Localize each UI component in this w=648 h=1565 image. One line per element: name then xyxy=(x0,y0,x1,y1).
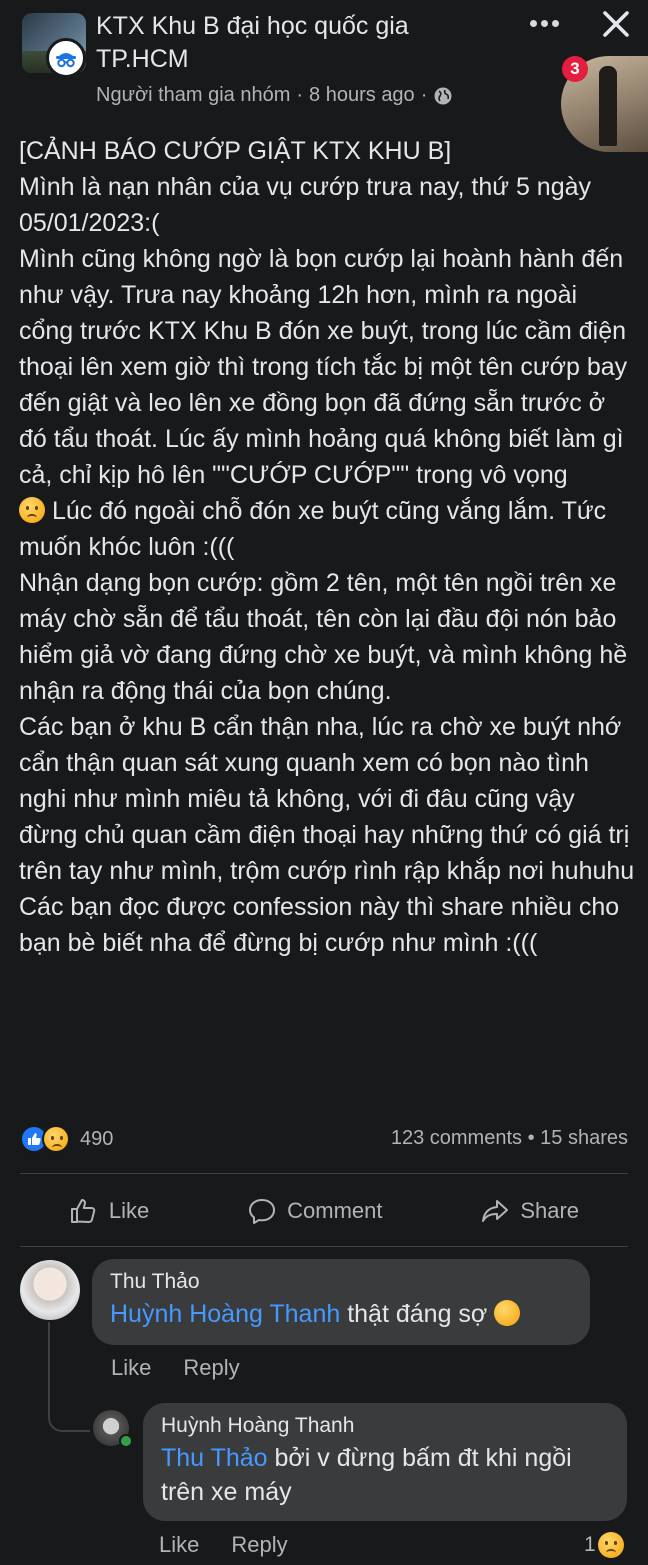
close-icon xyxy=(603,11,629,37)
comment-like-button[interactable]: Like xyxy=(159,1532,199,1558)
reaction-summary[interactable]: 490 xyxy=(20,1125,113,1153)
dot-icon xyxy=(540,19,548,27)
post-time[interactable]: 8 hours ago xyxy=(309,84,415,107)
reply-reaction-summary[interactable]: 1 xyxy=(584,1532,624,1558)
divider xyxy=(20,1173,628,1174)
stats-separator: • xyxy=(527,1127,535,1149)
comment-like-button[interactable]: Like xyxy=(111,1355,151,1381)
comment-text: Thu Thảo bởi v đừng bấm đt khi ngồi trên… xyxy=(161,1441,611,1509)
thumbs-up-icon xyxy=(70,1199,96,1223)
meta-separator-2: · xyxy=(420,84,428,106)
post-paragraph: Mình là nạn nhân của vụ cướp trưa nay, t… xyxy=(19,173,592,237)
like-label: Like xyxy=(108,1198,150,1223)
more-options-button[interactable] xyxy=(526,8,562,38)
post-stats[interactable]: 123 comments • 15 shares xyxy=(391,1127,628,1150)
comment-bubble[interactable]: Thu Thảo Huỳnh Hoàng Thanh thật đáng sợ xyxy=(92,1259,590,1345)
reply-bubble[interactable]: Huỳnh Hoàng Thanh Thu Thảo bởi v đừng bấ… xyxy=(143,1403,627,1521)
reply-actions: Like Reply xyxy=(159,1532,288,1558)
post-paragraph-text: Lúc đó ngoài chỗ đón xe buýt cũng vắng l… xyxy=(19,497,607,561)
anonymous-icon xyxy=(56,53,76,68)
comment-reply-button[interactable]: Reply xyxy=(183,1355,239,1381)
anonymous-member-avatar[interactable] xyxy=(46,38,86,78)
sad-reaction-icon xyxy=(597,1532,624,1558)
post-paragraph-text: Mình cũng không ngờ là bọn cướp lại hoàn… xyxy=(19,245,628,489)
comment-icon xyxy=(249,1199,276,1224)
comment-text: Huỳnh Hoàng Thanh thật đáng sợ xyxy=(110,1297,574,1331)
notification-badge: 3 xyxy=(562,56,588,82)
comments-count[interactable]: 123 comments xyxy=(391,1127,522,1149)
meta-separator: · xyxy=(296,84,304,106)
comment-author[interactable]: Thu Thảo xyxy=(110,1267,574,1297)
share-label: Share xyxy=(520,1198,580,1223)
comment-actions: Like Reply xyxy=(111,1355,240,1381)
comment-button[interactable]: Comment xyxy=(247,1196,382,1226)
reply-reaction-count: 1 xyxy=(584,1533,596,1556)
dot-icon xyxy=(529,19,537,27)
share-button[interactable]: Share xyxy=(480,1196,579,1226)
comment-mention[interactable]: Huỳnh Hoàng Thanh xyxy=(110,1300,340,1328)
member-role: Người tham gia nhóm xyxy=(96,84,291,106)
post-title: [CẢNH BÁO CƯỚP GIẬT KTX KHU B] xyxy=(19,137,452,165)
comment-mention[interactable]: Thu Thảo xyxy=(161,1444,268,1472)
commenter-avatar[interactable] xyxy=(20,1260,80,1320)
divider xyxy=(20,1246,628,1247)
group-name-link[interactable]: KTX Khu B đại học quốc gia TP.HCM xyxy=(96,10,476,76)
comment-reply-button[interactable]: Reply xyxy=(231,1532,287,1558)
comment-label: Comment xyxy=(287,1198,383,1223)
reaction-count: 490 xyxy=(80,1127,114,1150)
post-paragraph: Nhận dạng bọn cướp: gồm 2 tên, một tên n… xyxy=(19,569,628,705)
shares-count[interactable]: 15 shares xyxy=(540,1127,628,1149)
globe-icon xyxy=(434,87,452,104)
comment-body: thật đáng sợ xyxy=(340,1300,495,1328)
post-paragraph: Các bạn đọc được confession này thì shar… xyxy=(19,893,620,957)
post-meta: Người tham gia nhóm · 8 hours ago · xyxy=(96,84,453,107)
online-status-dot xyxy=(119,1434,133,1448)
share-arrow-icon xyxy=(482,1200,509,1222)
reply-thread-line xyxy=(48,1322,90,1432)
post-actions: Like Comment Share xyxy=(20,1190,628,1232)
dot-icon xyxy=(551,19,559,27)
like-button[interactable]: Like xyxy=(69,1196,149,1226)
post-paragraph: Các bạn ở khu B cẩn thận nha, lúc ra chờ… xyxy=(19,713,635,885)
post-paragraph: Mình cũng không ngờ là bọn cướp lại hoàn… xyxy=(19,241,637,493)
nervous-emoji-icon xyxy=(494,1300,521,1326)
post-body: [CẢNH BÁO CƯỚP GIẬT KTX KHU B] Mình là n… xyxy=(19,133,637,961)
post-paragraph: Lúc đó ngoài chỗ đón xe buýt cũng vắng l… xyxy=(19,493,637,565)
comment-author[interactable]: Huỳnh Hoàng Thanh xyxy=(161,1411,611,1441)
crying-emoji-icon xyxy=(19,497,45,523)
sad-reaction-icon xyxy=(42,1125,70,1153)
close-button[interactable] xyxy=(598,6,634,42)
